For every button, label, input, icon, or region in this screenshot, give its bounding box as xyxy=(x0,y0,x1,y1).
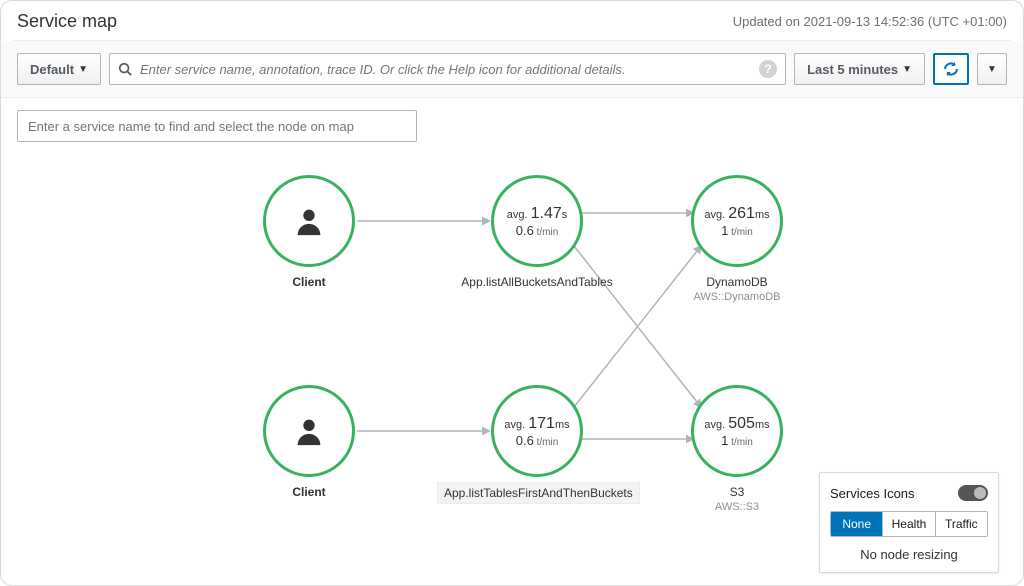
node-label-s3: S3 xyxy=(637,485,837,499)
node-label-client-1: Client xyxy=(209,275,409,289)
refresh-icon xyxy=(943,61,959,77)
node-client-2[interactable] xyxy=(263,385,355,477)
node-client-1[interactable] xyxy=(263,175,355,267)
page-title: Service map xyxy=(17,11,117,32)
seg-none[interactable]: None xyxy=(831,512,882,536)
user-icon xyxy=(292,414,326,448)
node-latency: avg. 171ms xyxy=(504,415,569,433)
seg-health[interactable]: Health xyxy=(882,512,934,536)
caret-down-icon: ▼ xyxy=(902,64,912,75)
services-icons-toggle[interactable] xyxy=(958,485,988,501)
resize-label: No node resizing xyxy=(830,547,988,562)
refresh-button[interactable] xyxy=(933,53,969,85)
display-options-panel: Services Icons None Health Traffic No no… xyxy=(819,472,999,573)
node-sublabel-dynamo: AWS::DynamoDB xyxy=(637,291,837,303)
search-icon xyxy=(118,62,132,76)
node-rate: 1 t/min xyxy=(721,433,753,448)
caret-down-icon: ▼ xyxy=(78,64,88,75)
service-map-canvas[interactable]: Client Client avg. 1.47s 0.6 t/min App.l… xyxy=(1,151,1023,585)
seg-traffic[interactable]: Traffic xyxy=(935,512,987,536)
timerange-label: Last 5 minutes xyxy=(807,62,898,77)
caret-down-icon: ▼ xyxy=(987,64,997,75)
services-icons-label: Services Icons xyxy=(830,486,915,501)
node-rate: 1 t/min xyxy=(721,223,753,238)
node-dynamodb[interactable]: avg. 261ms 1 t/min xyxy=(691,175,783,267)
help-icon[interactable]: ? xyxy=(759,60,777,78)
user-icon xyxy=(292,204,326,238)
filter-dropdown[interactable]: Default ▼ xyxy=(17,53,101,85)
node-label-client-2: Client xyxy=(209,485,409,499)
node-sublabel-s3: AWS::S3 xyxy=(637,501,837,513)
node-latency: avg. 1.47s xyxy=(507,205,568,223)
toolbar: Default ▼ ? Last 5 minutes ▼ ▼ xyxy=(1,41,1023,98)
timerange-dropdown[interactable]: Last 5 minutes ▼ xyxy=(794,53,925,85)
node-app-listtablesfirstandthenbuckets[interactable]: avg. 171ms 0.6 t/min xyxy=(491,385,583,477)
node-app-listallbucketsandtables[interactable]: avg. 1.47s 0.6 t/min xyxy=(491,175,583,267)
node-search-input[interactable] xyxy=(17,110,417,142)
refresh-options-dropdown[interactable]: ▼ xyxy=(977,53,1007,85)
node-rate: 0.6 t/min xyxy=(516,433,559,448)
display-mode-segmented: None Health Traffic xyxy=(830,511,988,537)
node-label-app1: App.listAllBucketsAndTables xyxy=(437,275,637,289)
node-latency: avg. 261ms xyxy=(704,205,769,223)
node-label-app2: App.listTablesFirstAndThenBuckets xyxy=(437,482,637,504)
node-search-container xyxy=(17,110,1007,142)
node-s3[interactable]: avg. 505ms 1 t/min xyxy=(691,385,783,477)
search-input[interactable] xyxy=(140,62,751,77)
node-label-dynamo: DynamoDB xyxy=(637,275,837,289)
updated-timestamp: Updated on 2021-09-13 14:52:36 (UTC +01:… xyxy=(733,14,1007,29)
filter-label: Default xyxy=(30,62,74,77)
search-input-container[interactable]: ? xyxy=(109,53,786,85)
node-latency: avg. 505ms xyxy=(704,415,769,433)
node-rate: 0.6 t/min xyxy=(516,223,559,238)
